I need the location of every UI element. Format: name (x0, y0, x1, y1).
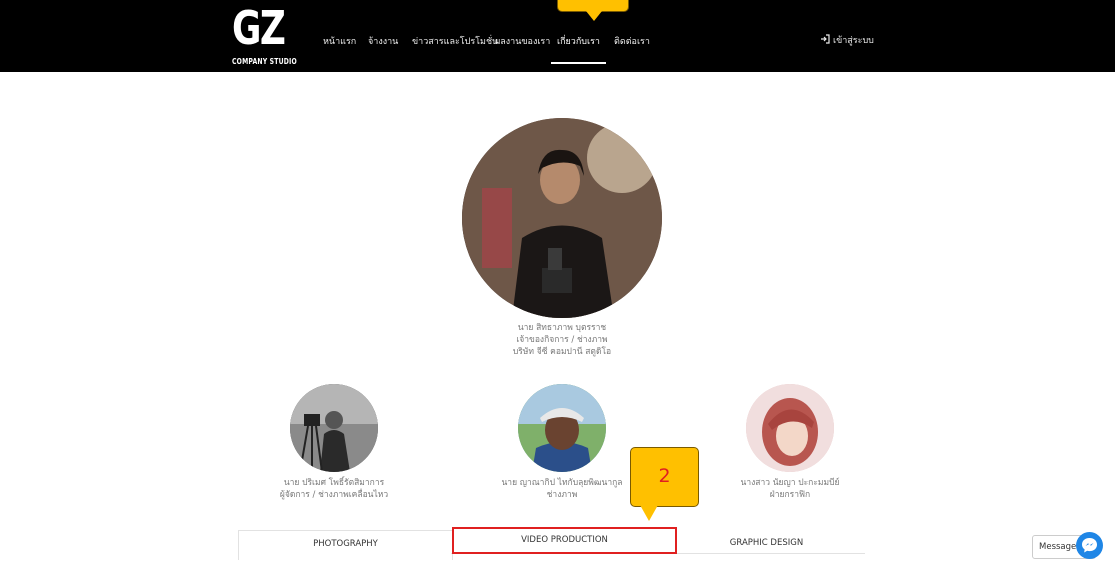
team-member-1-name: นาย ปริเมศ โพธิ์รัตสิมาการ (283, 478, 385, 488)
login-link[interactable]: เข้าสู่ระบบ (820, 33, 874, 47)
owner-company: บริษัท จีซี คอมปานี สตูดิโอ (512, 347, 612, 357)
login-label: เข้าสู่ระบบ (833, 36, 874, 46)
tab-photography[interactable]: PHOTOGRAPHY (238, 530, 453, 560)
owner-photo (462, 118, 662, 318)
nav-item-contact[interactable]: ติดต่อเรา (614, 34, 650, 48)
nav-item-portfolio[interactable]: ผลงานของเรา (495, 34, 550, 48)
team-member-3-name: นางสาว นัยญา ปะกะมมบีย์ (740, 478, 840, 488)
nav-item-news-promotions[interactable]: ข่าวสารและโปรโมชั่น (412, 34, 498, 48)
chat-bubble-icon (1082, 538, 1097, 553)
messenger-button[interactable] (1076, 532, 1103, 559)
active-nav-underline (551, 62, 606, 64)
team-member-2-name: นาย ญาณากิป ไทกับลุยพิฒนากูล (501, 478, 623, 488)
annotation-callout-2-pointer (640, 505, 658, 521)
owner-name: นาย สิทธาภาพ บุตรราช (517, 323, 607, 333)
team-photo-1 (290, 384, 378, 472)
team-member-1-role: ผู้จัดการ / ช่างภาพเคลื่อนไหว (279, 490, 389, 500)
annotation-callout-2: 2 (630, 447, 699, 507)
team-member-3-role: ฝ่ายกราฟิก (769, 490, 811, 500)
team-photo-3-illustration (746, 384, 834, 472)
sign-in-icon (821, 34, 830, 44)
team-photo-2 (518, 384, 606, 472)
team-photo-1-illustration (290, 384, 378, 472)
logo[interactable]: GZ COMPANY STUDIO (232, 2, 297, 68)
annotation-callout-top-pointer (586, 11, 602, 21)
owner-role: เจ้าของกิจการ / ช่างภาพ (516, 335, 608, 345)
tab-graphic-design[interactable]: GRAPHIC DESIGN (668, 530, 865, 559)
nav-item-about[interactable]: เกี่ยวกับเรา (557, 34, 600, 48)
nav-item-hire[interactable]: จ้างงาน (368, 34, 398, 48)
team-photo-2-illustration (518, 384, 606, 472)
logo-subtitle: COMPANY STUDIO (232, 57, 297, 66)
owner-photo-illustration (462, 118, 662, 318)
team-photo-3 (746, 384, 834, 472)
logo-text: GZ (232, 1, 286, 55)
nav-item-home[interactable]: หน้าแรก (323, 34, 356, 48)
team-member-2-role: ช่างภาพ (546, 490, 578, 500)
highlight-box (452, 527, 677, 554)
